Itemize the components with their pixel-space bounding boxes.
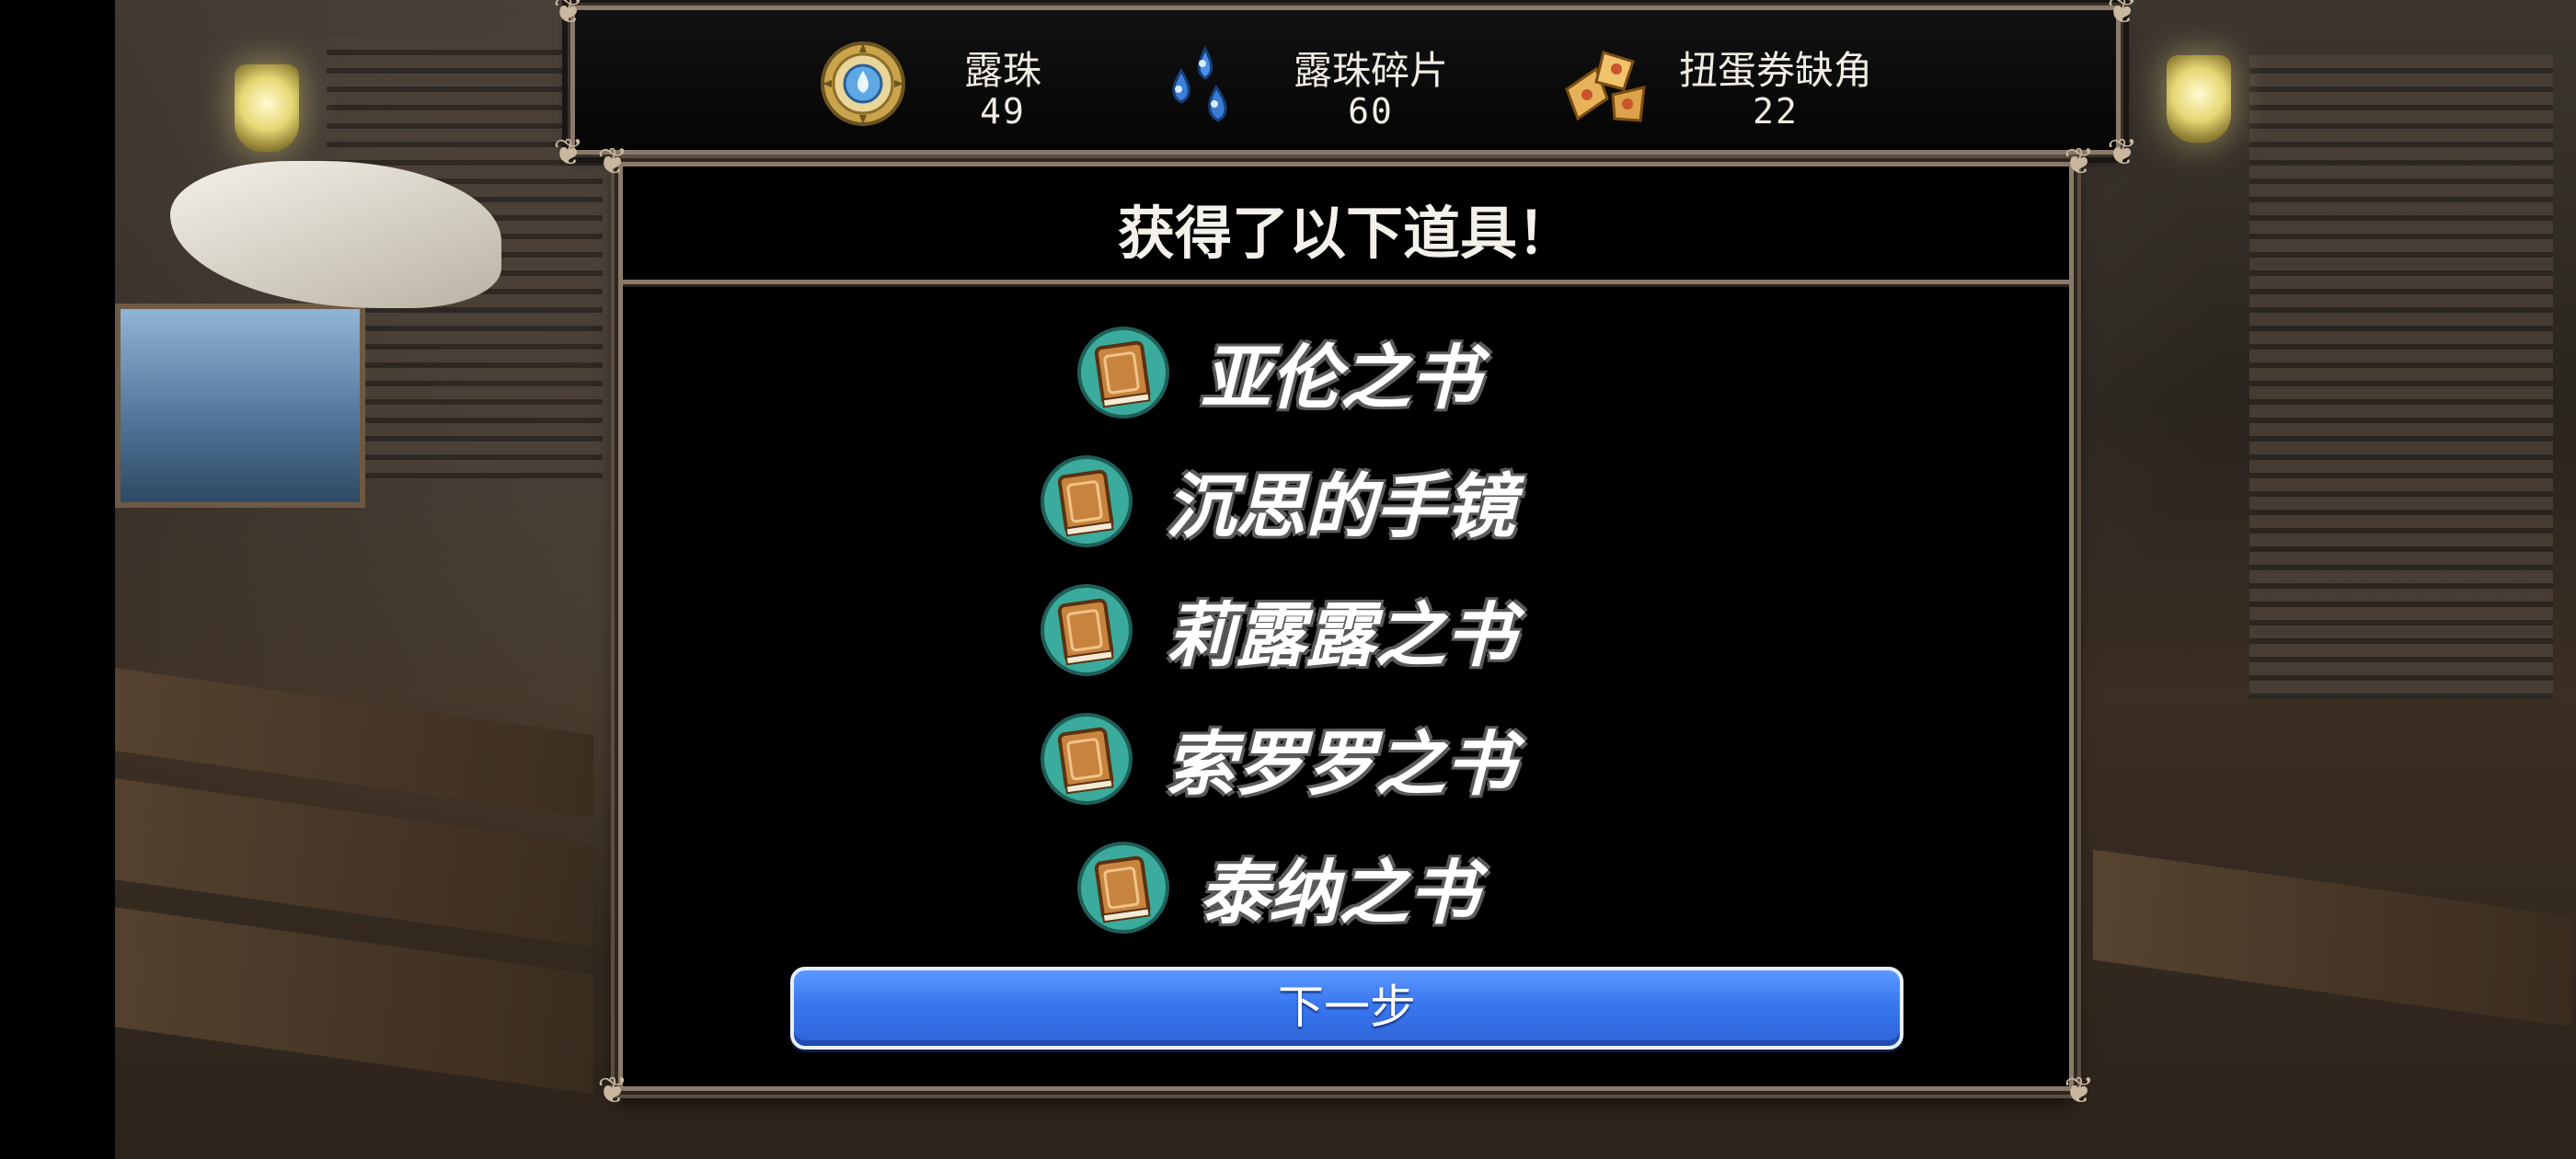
reward-item: 沉思的手镜 — [623, 442, 2069, 562]
dew-shard-icon — [1172, 45, 1227, 122]
currency-value: 60 — [1348, 91, 1394, 132]
reward-item: 亚伦之书 — [623, 314, 2069, 433]
book-icon — [1041, 713, 1133, 805]
book-icon — [1041, 584, 1133, 676]
reward-name: 亚伦之书 — [1201, 337, 1480, 419]
floor-board — [2093, 849, 2571, 1027]
corner-ornament: ❦ — [2107, 0, 2138, 32]
corner-ornament: ❦ — [2107, 132, 2138, 174]
window — [115, 304, 365, 508]
dialog-title: 获得了以下道具！ — [1117, 200, 1574, 267]
next-button[interactable]: 下一步 — [790, 967, 1903, 1050]
book-icon — [1041, 455, 1133, 547]
dew-orb-icon — [821, 41, 905, 126]
reward-dialog: ❦ ❦ ❦ ❦ 获得了以下道具！ 亚伦之书 沉思的手镜 莉露露之书 索罗罗之书 … — [597, 141, 2095, 1112]
currency-name: 露珠碎片 — [1293, 48, 1448, 93]
gacha-ticket-fragment-icon — [1565, 51, 1646, 122]
currency-name: 扭蛋券缺角 — [1678, 48, 1872, 93]
reward-item: 莉露露之书 — [623, 571, 2069, 691]
currency-value: 49 — [980, 91, 1026, 132]
book-icon — [1077, 327, 1169, 419]
reward-name: 索罗罗之书 — [1166, 723, 1515, 805]
reward-name: 泰纳之书 — [1199, 852, 1478, 934]
lamp — [235, 64, 299, 152]
corner-ornament: ❦ — [597, 1070, 628, 1112]
dialog-title-bar: 获得了以下道具！ — [623, 166, 2069, 284]
reward-item: 泰纳之书 — [623, 829, 2069, 948]
currency-name: 露珠 — [963, 48, 1041, 93]
currency-dew: 露珠 49 — [575, 10, 1090, 159]
book-icon — [1077, 842, 1169, 934]
reward-name: 沉思的手镜 — [1166, 465, 1515, 547]
corner-ornament: ❦ — [2064, 1070, 2095, 1112]
currency-value: 22 — [1753, 91, 1799, 132]
reward-name: 莉露露之书 — [1166, 594, 1515, 676]
currency-bar: ❦ ❦ ❦ ❦ 露珠 49 露珠碎片 60 扭蛋券缺角 22 — [553, 0, 2138, 174]
currency-gacha-ticket: 扭蛋券缺角 22 — [1504, 10, 2093, 159]
reward-item: 索罗罗之书 — [623, 700, 2069, 820]
wall-panel — [2249, 55, 2553, 699]
lamp — [2167, 55, 2231, 143]
